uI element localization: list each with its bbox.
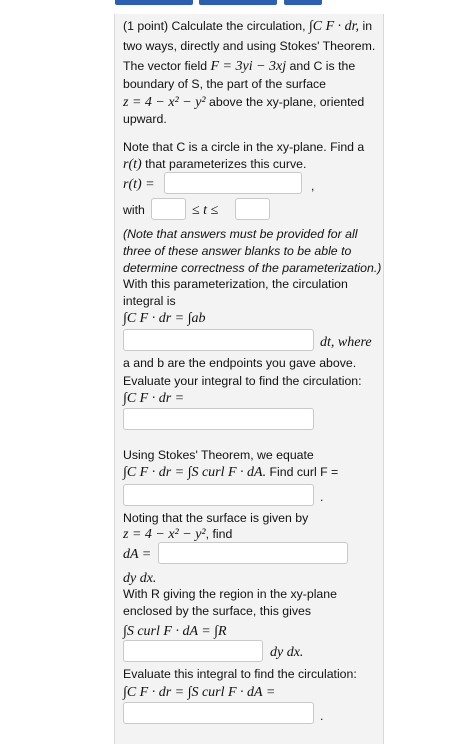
note-italic-1: (Note that answers must be provided for … [123,227,358,241]
noting-line: Noting that the surface is given by [123,511,309,525]
region-line-2: enclosed by the surface, this gives [123,604,311,618]
r-label: r(t) = [123,177,155,192]
integral-formula-2: ∫C F · dr = [123,391,185,406]
ab-line: a and b are the endpoints you gave above… [123,356,357,370]
period-1: . [320,490,324,504]
circulation-formula: ∫C F · dr, [308,19,360,34]
surface-find-line: z = 4 − x² − y², find [123,527,233,542]
intro-line-1: (1 point) Calculate the circulation, ∫C … [123,19,373,34]
t-lower-input[interactable] [151,198,186,220]
circulation-stokes-input[interactable] [123,702,314,724]
dA-label: dA = [123,547,152,562]
t-range-label: ≤ t ≤ [192,203,219,218]
t-upper-input[interactable] [235,198,270,220]
boundary-line: boundary of S, the part of the surface [123,77,327,91]
note-italic-2: three of these answer blanks to be able … [123,244,352,258]
dt-where-text: dt, where [320,335,372,350]
curl-f-input[interactable] [123,484,314,506]
nav-tab-2[interactable] [199,0,277,5]
note-italic-3: determine correctness of the parameteriz… [123,261,382,275]
param-line-2: integral is [123,294,176,308]
r-t-input[interactable] [164,172,302,194]
nav-tab-3[interactable] [284,0,322,5]
stokes-line: Using Stokes' Theorem, we equate [123,448,314,462]
surface-formula: z = 4 − x² − y² [123,95,206,110]
period-2: . [320,709,324,723]
stokes-formula-line: ∫C F · dr = ∫S curl F · dA. Find curl F … [123,465,339,480]
upward-text: upward. [123,112,167,126]
nav-tab-1[interactable] [115,0,193,5]
comma-text: , [311,179,315,193]
integrand-input[interactable] [123,329,314,351]
dA-input[interactable] [158,542,348,564]
evaluate-line-1: Evaluate your integral to find the circu… [123,374,362,388]
curl-formula: ∫S curl F · dA = ∫R [123,624,227,639]
note-line-2: r(t) that parameterizes this curve. [123,157,307,172]
intro-line-2: two ways, directly and using Stokes' The… [123,39,376,53]
final-formula: ∫C F · dr = ∫S curl F · dA = [123,685,276,700]
note-line-1: Note that C is a circle in the xy-plane.… [123,140,365,154]
region-line-1: With R giving the region in the xy-plane [123,587,337,601]
field-line: The vector field F = 3yi − 3xj and C is … [123,59,356,74]
circulation-direct-input[interactable] [123,408,314,430]
surface-line: z = 4 − x² − y² above the xy-plane, orie… [123,95,365,110]
curl-integrand-input[interactable] [123,640,263,662]
field-formula: F = 3yi − 3xj [210,59,287,74]
evaluate-line-2: Evaluate this integral to find the circu… [123,667,357,681]
dydx-text-2: dy dx. [270,645,304,660]
dydx-text-1: dy dx. [123,571,157,586]
param-line-1: With this parameterization, the circulat… [123,277,348,291]
integral-formula-1: ∫C F · dr = ∫ab [123,311,206,326]
with-label: with [123,203,145,217]
